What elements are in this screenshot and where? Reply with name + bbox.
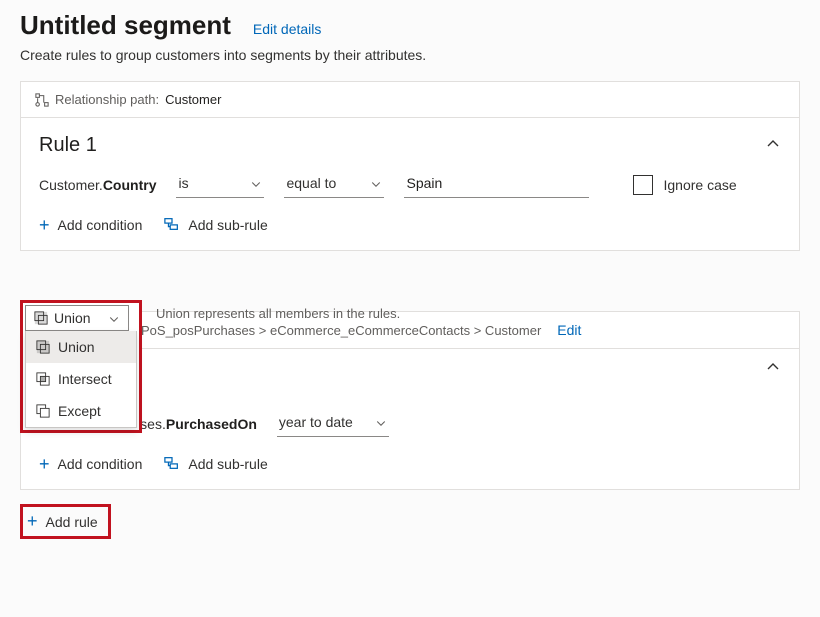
- condition-field: Customer.Country: [39, 177, 156, 193]
- add-sub-rule-button[interactable]: Add sub-rule: [164, 217, 267, 234]
- relationship-path-label: Relationship path:: [55, 92, 159, 107]
- add-condition-button[interactable]: + Add condition: [39, 455, 142, 473]
- operator2-dropdown[interactable]: equal to: [284, 171, 384, 198]
- union-icon: [36, 340, 50, 354]
- ignore-case-checkbox[interactable]: [633, 175, 653, 195]
- add-sub-rule-button[interactable]: Add sub-rule: [164, 456, 267, 473]
- union-icon: [34, 311, 48, 325]
- set-operator-dropdown[interactable]: Union: [25, 305, 129, 331]
- plus-icon: +: [39, 216, 50, 234]
- intersect-icon: [36, 372, 50, 386]
- condition-row: Customer.Country is equal to Ignore case: [39, 171, 781, 198]
- plus-icon: +: [27, 511, 38, 532]
- relationship-path-icon: [35, 93, 49, 107]
- sub-rule-icon: [164, 456, 180, 473]
- edit-details-link[interactable]: Edit details: [253, 21, 321, 37]
- edit-relationship-link[interactable]: Edit: [557, 322, 581, 338]
- add-rule-button[interactable]: + Add rule: [20, 504, 111, 539]
- value-input[interactable]: [404, 171, 589, 198]
- plus-icon: +: [39, 455, 50, 473]
- except-icon: [36, 404, 50, 418]
- collapse-chevron-icon[interactable]: [765, 359, 781, 378]
- page-title: Untitled segment: [20, 10, 231, 41]
- relationship-path-row: Relationship path: Customer: [21, 82, 799, 118]
- page-subtitle: Create rules to group customers into seg…: [20, 47, 800, 63]
- operator1-dropdown[interactable]: is: [176, 171, 264, 198]
- add-condition-button[interactable]: + Add condition: [39, 216, 142, 234]
- set-operator-option-union[interactable]: Union: [26, 331, 136, 363]
- set-operator-hint: Union represents all members in the rule…: [156, 306, 400, 321]
- rule-card-1: Relationship path: Customer Rule 1 Custo…: [20, 81, 800, 251]
- rule-name: Rule 1: [39, 134, 97, 157]
- relationship-path-value: Customer: [165, 92, 221, 107]
- set-operator-menu: Union Intersect Except: [25, 331, 137, 428]
- set-operator-option-except[interactable]: Except: [26, 395, 136, 427]
- set-operator-option-intersect[interactable]: Intersect: [26, 363, 136, 395]
- sub-rule-icon: [164, 217, 180, 234]
- ignore-case-label: Ignore case: [663, 177, 736, 193]
- collapse-chevron-icon[interactable]: [765, 136, 781, 155]
- set-operator-highlight: Union Union: [20, 300, 142, 433]
